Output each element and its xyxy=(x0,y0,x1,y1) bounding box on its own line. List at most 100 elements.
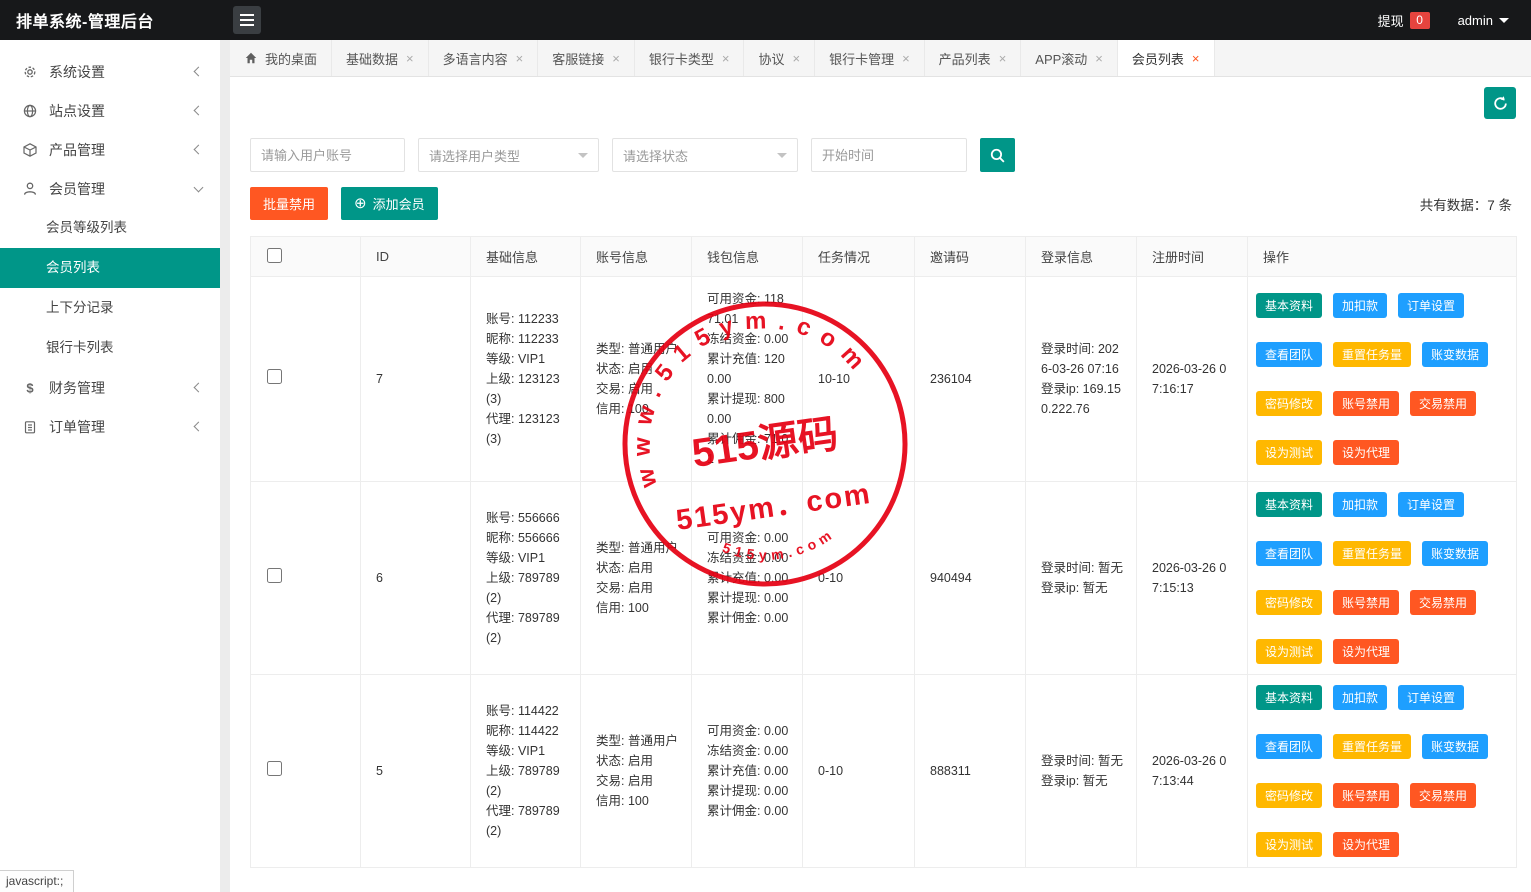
sidebar-item-label: 系统设置 xyxy=(49,62,195,82)
select-all-checkbox[interactable] xyxy=(267,248,282,263)
action-button[interactable]: 账号禁用 xyxy=(1333,391,1399,416)
action-button[interactable]: 基本资料 xyxy=(1256,492,1322,517)
cell-account-info: 类型: 普通用户状态: 启用交易: 启用信用: 100 xyxy=(581,482,692,675)
action-button[interactable]: 查看团队 xyxy=(1256,342,1322,367)
start-time-input[interactable] xyxy=(811,138,967,172)
action-button[interactable]: 基本资料 xyxy=(1256,685,1322,710)
action-button[interactable]: 设为代理 xyxy=(1333,440,1399,465)
tab-close-icon[interactable]: × xyxy=(1192,51,1200,66)
add-member-button[interactable]: ⊕ 添加会员 xyxy=(341,187,438,220)
action-button[interactable]: 交易禁用 xyxy=(1410,590,1476,615)
action-button[interactable]: 查看团队 xyxy=(1256,734,1322,759)
tab-label: 银行卡管理 xyxy=(829,49,894,68)
tab[interactable]: APP滚动× xyxy=(1021,40,1118,76)
action-button[interactable]: 交易禁用 xyxy=(1410,391,1476,416)
sidebar-subitem[interactable]: 会员等级列表 xyxy=(0,208,220,248)
tab[interactable]: 客服链接× xyxy=(538,40,635,76)
action-button[interactable]: 订单设置 xyxy=(1398,685,1464,710)
action-button[interactable]: 账变数据 xyxy=(1422,734,1488,759)
cell-basic-info: 账号: 114422昵称: 114422等级: VIP1上级: 789789 (… xyxy=(471,675,581,868)
action-button[interactable]: 重置任务量 xyxy=(1333,342,1411,367)
action-button[interactable]: 设为测试 xyxy=(1256,440,1322,465)
tab[interactable]: 会员列表× xyxy=(1118,40,1215,76)
column-header: ID xyxy=(361,237,471,277)
cell-register-time: 2026-03-26 07:15:13 xyxy=(1137,482,1248,675)
row-checkbox[interactable] xyxy=(267,369,282,384)
tab[interactable]: 银行卡类型 × xyxy=(635,40,745,76)
sidebar-subitem[interactable]: 上下分记录 xyxy=(0,288,220,328)
cell-login-info: 登录时间: 暂无登录ip: 暂无 xyxy=(1026,675,1137,868)
tab[interactable]: 多语言内容× xyxy=(429,40,539,76)
action-button[interactable]: 设为测试 xyxy=(1256,832,1322,857)
sidebar-item-label: 订单管理 xyxy=(49,417,195,437)
tab[interactable]: 产品列表× xyxy=(925,40,1022,76)
tab-close-icon[interactable]: × xyxy=(902,51,910,66)
chevron-left-icon xyxy=(194,145,204,155)
tab-close-icon[interactable]: × xyxy=(722,51,730,66)
row-checkbox[interactable] xyxy=(267,568,282,583)
action-button[interactable]: 设为代理 xyxy=(1333,639,1399,664)
account-input[interactable] xyxy=(250,138,405,172)
sidebar-subitem[interactable]: 银行卡列表 xyxy=(0,328,220,368)
action-button[interactable]: 重置任务量 xyxy=(1333,541,1411,566)
tab[interactable]: 协议× xyxy=(744,40,815,76)
admin-dropdown[interactable]: admin xyxy=(1458,13,1509,28)
batch-disable-button[interactable]: 批量禁用 xyxy=(250,187,328,220)
action-button[interactable]: 账变数据 xyxy=(1422,541,1488,566)
tab-close-icon[interactable]: × xyxy=(792,51,800,66)
action-button[interactable]: 基本资料 xyxy=(1256,293,1322,318)
action-button[interactable]: 账变数据 xyxy=(1422,342,1488,367)
action-button[interactable]: 订单设置 xyxy=(1398,293,1464,318)
action-button[interactable]: 设为代理 xyxy=(1333,832,1399,857)
cell-invite-code: 940494 xyxy=(915,482,1026,675)
sidebar-item[interactable]: 会员管理 xyxy=(0,169,220,208)
action-button[interactable]: 交易禁用 xyxy=(1410,783,1476,808)
sidebar-item[interactable]: 系统设置 xyxy=(0,52,220,91)
cell-basic-info: 账号: 556666昵称: 556666等级: VIP1上级: 789789 (… xyxy=(471,482,581,675)
tab-close-icon[interactable]: × xyxy=(1095,51,1103,66)
action-button[interactable]: 账号禁用 xyxy=(1333,783,1399,808)
tab-close-icon[interactable]: × xyxy=(406,51,414,66)
row-checkbox[interactable] xyxy=(267,761,282,776)
tab-close-icon[interactable]: × xyxy=(516,51,524,66)
sidebar-item[interactable]: 站点设置 xyxy=(0,91,220,130)
status-select-value: 请选择状态 xyxy=(623,146,688,165)
action-button[interactable]: 重置任务量 xyxy=(1333,734,1411,759)
cell-wallet-info: 可用资金: 11871.01冻结资金: 0.00累计充值: 1200.00累计提… xyxy=(692,277,803,482)
action-button[interactable]: 订单设置 xyxy=(1398,492,1464,517)
action-button[interactable]: 密码修改 xyxy=(1256,783,1322,808)
sidebar-item[interactable]: $财务管理 xyxy=(0,368,220,407)
refresh-button[interactable] xyxy=(1484,87,1516,119)
status-select[interactable]: 请选择状态 xyxy=(612,138,798,172)
tab[interactable]: 银行卡管理 × xyxy=(815,40,925,76)
withdraw-link[interactable]: 提现 0 xyxy=(1378,11,1430,30)
action-button[interactable]: 加扣款 xyxy=(1333,293,1387,318)
cell-actions: 基本资料加扣款订单设置查看团队重置任务量账变数据密码修改账号禁用交易禁用设为测试… xyxy=(1248,482,1517,675)
tab-close-icon[interactable]: × xyxy=(999,51,1007,66)
action-button[interactable]: 加扣款 xyxy=(1333,492,1387,517)
cell-id: 5 xyxy=(361,675,471,868)
search-button[interactable] xyxy=(980,138,1015,172)
sidebar-item[interactable]: 订单管理 xyxy=(0,407,220,446)
action-button[interactable]: 加扣款 xyxy=(1333,685,1387,710)
tab[interactable]: 我的桌面 xyxy=(230,40,332,76)
action-button[interactable]: 设为测试 xyxy=(1256,639,1322,664)
cell-checkbox xyxy=(251,277,361,482)
sidebar-item[interactable]: 产品管理 xyxy=(0,130,220,169)
hamburger-icon xyxy=(240,14,254,16)
hamburger-menu-button[interactable] xyxy=(233,6,261,34)
user-type-select[interactable]: 请选择用户类型 xyxy=(418,138,599,172)
sidebar-subitem[interactable]: 会员列表 xyxy=(0,248,220,288)
action-button[interactable]: 查看团队 xyxy=(1256,541,1322,566)
tab-label: 银行卡类型 xyxy=(649,49,714,68)
tab-close-icon[interactable]: × xyxy=(612,51,620,66)
action-button[interactable]: 账号禁用 xyxy=(1333,590,1399,615)
action-button[interactable]: 密码修改 xyxy=(1256,590,1322,615)
member-icon xyxy=(22,181,38,197)
tab-label: 基础数据 xyxy=(346,49,398,68)
action-button[interactable]: 密码修改 xyxy=(1256,391,1322,416)
tab[interactable]: 基础数据 × xyxy=(332,40,429,76)
sidebar-item-label: 产品管理 xyxy=(49,140,195,160)
table-row: 6账号: 556666昵称: 556666等级: VIP1上级: 789789 … xyxy=(251,482,1517,675)
total-count: 共有数据：7 条 xyxy=(1420,194,1516,214)
